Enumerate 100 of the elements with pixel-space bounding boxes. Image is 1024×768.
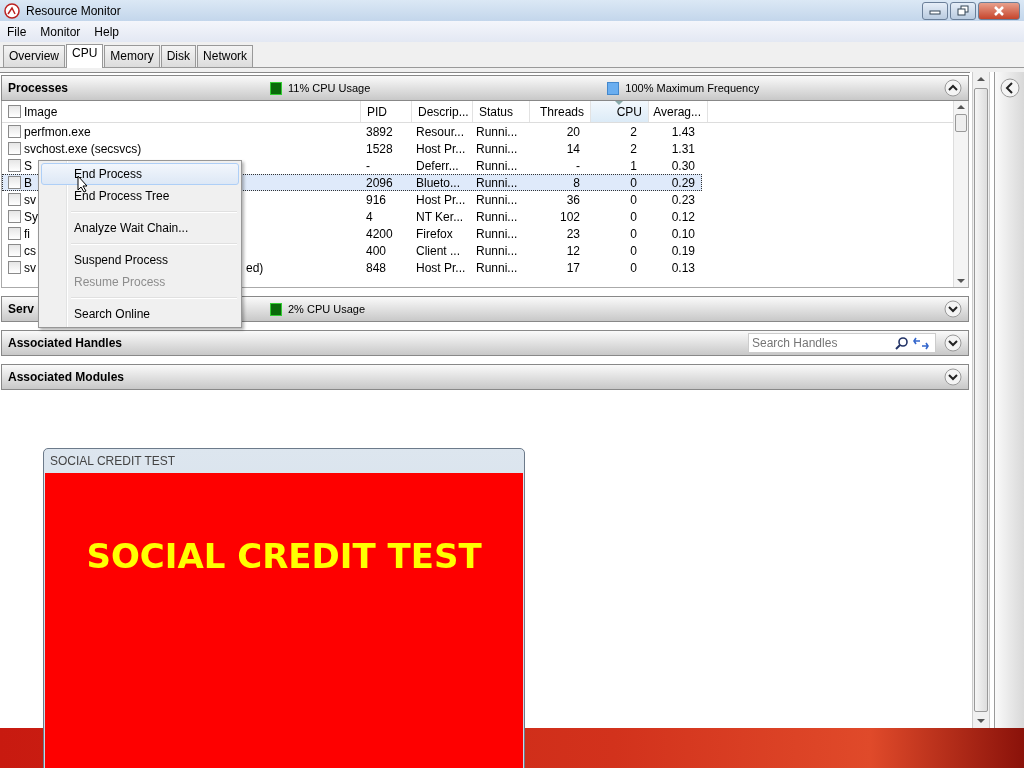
checkbox[interactable]: [8, 244, 21, 257]
table-cell-text: 0.30: [670, 158, 696, 173]
checkbox[interactable]: [8, 176, 21, 189]
section-title: Associated Modules: [8, 370, 125, 384]
tab[interactable]: Memory: [104, 45, 160, 67]
gauge-icon: [4, 2, 20, 19]
column-header[interactable]: CPU: [591, 101, 649, 122]
table-cell: B: [24, 175, 32, 190]
menu-item[interactable]: Search Online: [41, 303, 239, 325]
table-cell-text: NT Ker...: [415, 209, 465, 224]
minimize-button[interactable]: [922, 1, 948, 20]
table-cell-text: 8: [572, 175, 581, 190]
table-cell: ed): [246, 260, 264, 275]
table-cell-text: Runni...: [475, 124, 519, 139]
restore-icon: [957, 4, 969, 17]
checkbox[interactable]: [8, 210, 21, 223]
close-button[interactable]: [978, 1, 1020, 20]
table-cell-text: Client ...: [415, 243, 461, 258]
section-header[interactable]: Associated Handles Search Handles: [1, 330, 969, 356]
checkbox[interactable]: [8, 227, 21, 240]
table-cell: sv: [24, 260, 36, 275]
tab[interactable]: Disk: [160, 45, 197, 67]
scrollbar[interactable]: [953, 101, 968, 287]
scrollbar[interactable]: [972, 72, 990, 728]
table-cell-text: Host Pr...: [415, 141, 467, 156]
checkbox[interactable]: [8, 125, 21, 138]
usage-swatch-icon: [270, 81, 282, 95]
menu-item[interactable]: Help: [94, 24, 120, 39]
table-cell-text: Runni...: [475, 226, 519, 241]
chevron-icon[interactable]: [944, 300, 962, 318]
scroll-down-icon[interactable]: [957, 278, 965, 284]
section-title: Processes: [8, 81, 69, 95]
table-cell-text: Runni...: [475, 209, 519, 224]
refresh-icon[interactable]: [913, 336, 929, 350]
table-cell: perfmon.exe: [24, 124, 91, 139]
search-field[interactable]: Search Handles: [748, 333, 936, 353]
table-cell-text: Runni...: [475, 158, 519, 173]
restore-button[interactable]: [950, 1, 976, 20]
usage-swatch-icon: [270, 302, 282, 316]
menu-item[interactable]: Suspend Process: [41, 249, 239, 271]
section-header[interactable]: Associated Modules: [1, 364, 969, 390]
table-cell-text: 36: [565, 192, 581, 207]
table-cell-text: 916: [365, 192, 388, 207]
column-header[interactable]: Image: [2, 101, 361, 122]
table-cell-text: Host Pr...: [415, 192, 467, 207]
checkbox[interactable]: [8, 159, 21, 172]
scroll-up-icon[interactable]: [977, 76, 985, 82]
table-cell-text: 0.29: [670, 175, 696, 190]
column-header[interactable]: Descrip...: [412, 101, 473, 122]
menu-item[interactable]: End Process Tree: [41, 185, 239, 207]
table-cell-text: -: [575, 158, 581, 173]
table-cell-text: 1.43: [670, 124, 696, 139]
menu-item[interactable]: End Process: [41, 163, 239, 185]
search-icon[interactable]: [895, 336, 909, 350]
cpu-usage-label: 11% CPU Usage: [288, 82, 371, 94]
table-cell: S: [24, 158, 32, 173]
cpu-usage-label: 2% CPU Usage: [288, 303, 366, 315]
section-header[interactable]: Processes 11% CPU Usage 100% Maximum Frequency: [1, 75, 969, 101]
table-cell-text: 4200: [365, 226, 394, 241]
table-cell-text: 1: [629, 158, 638, 173]
table-cell: fi: [24, 226, 30, 241]
checkbox[interactable]: [8, 105, 21, 118]
table-cell-text: Runni...: [475, 192, 519, 207]
table-cell-text: 1528: [365, 141, 394, 156]
tab[interactable]: Network: [197, 45, 254, 67]
chevron-icon[interactable]: [944, 334, 962, 352]
table-cell-text: 0: [629, 209, 638, 224]
table-cell-text: 1.31: [670, 141, 696, 156]
chevron-icon[interactable]: [944, 79, 962, 97]
table-cell-text: 4: [365, 209, 374, 224]
scroll-thumb[interactable]: [955, 114, 967, 132]
menu-item[interactable]: Monitor: [40, 24, 81, 39]
checkbox[interactable]: [8, 193, 21, 206]
table-cell-text: Runni...: [475, 260, 519, 275]
table-cell-text: 0.23: [670, 192, 696, 207]
table-cell: Sy: [24, 209, 38, 224]
table-cell: sv: [24, 192, 36, 207]
chevron-icon[interactable]: [944, 368, 962, 386]
scroll-down-icon[interactable]: [977, 718, 985, 724]
table-cell-text: Firefox: [415, 226, 454, 241]
table-cell-text: Resour...: [415, 124, 466, 139]
checkbox[interactable]: [8, 142, 21, 155]
scroll-thumb[interactable]: [974, 88, 988, 712]
tab[interactable]: CPU: [66, 44, 104, 68]
column-header[interactable]: Averag...: [649, 101, 708, 122]
search-input[interactable]: Search Handles: [749, 336, 891, 350]
checkbox[interactable]: [8, 261, 21, 274]
menu-item[interactable]: Analyze Wait Chain...: [41, 217, 239, 239]
scroll-up-icon[interactable]: [957, 104, 965, 110]
column-header[interactable]: PID: [361, 101, 412, 122]
tab[interactable]: Overview: [3, 45, 65, 67]
chevron-icon[interactable]: [999, 78, 1020, 98]
table-cell-text: 0: [629, 226, 638, 241]
table-cell-text: -: [365, 158, 371, 173]
column-header[interactable]: Status: [473, 101, 530, 122]
table-cell: cs: [24, 243, 36, 258]
menu-item[interactable]: File: [7, 24, 27, 39]
frequency-swatch-icon: [607, 81, 620, 95]
dialog-heading: SOCIAL CREDIT TEST: [86, 535, 482, 577]
table-cell-text: 0.13: [670, 260, 696, 275]
